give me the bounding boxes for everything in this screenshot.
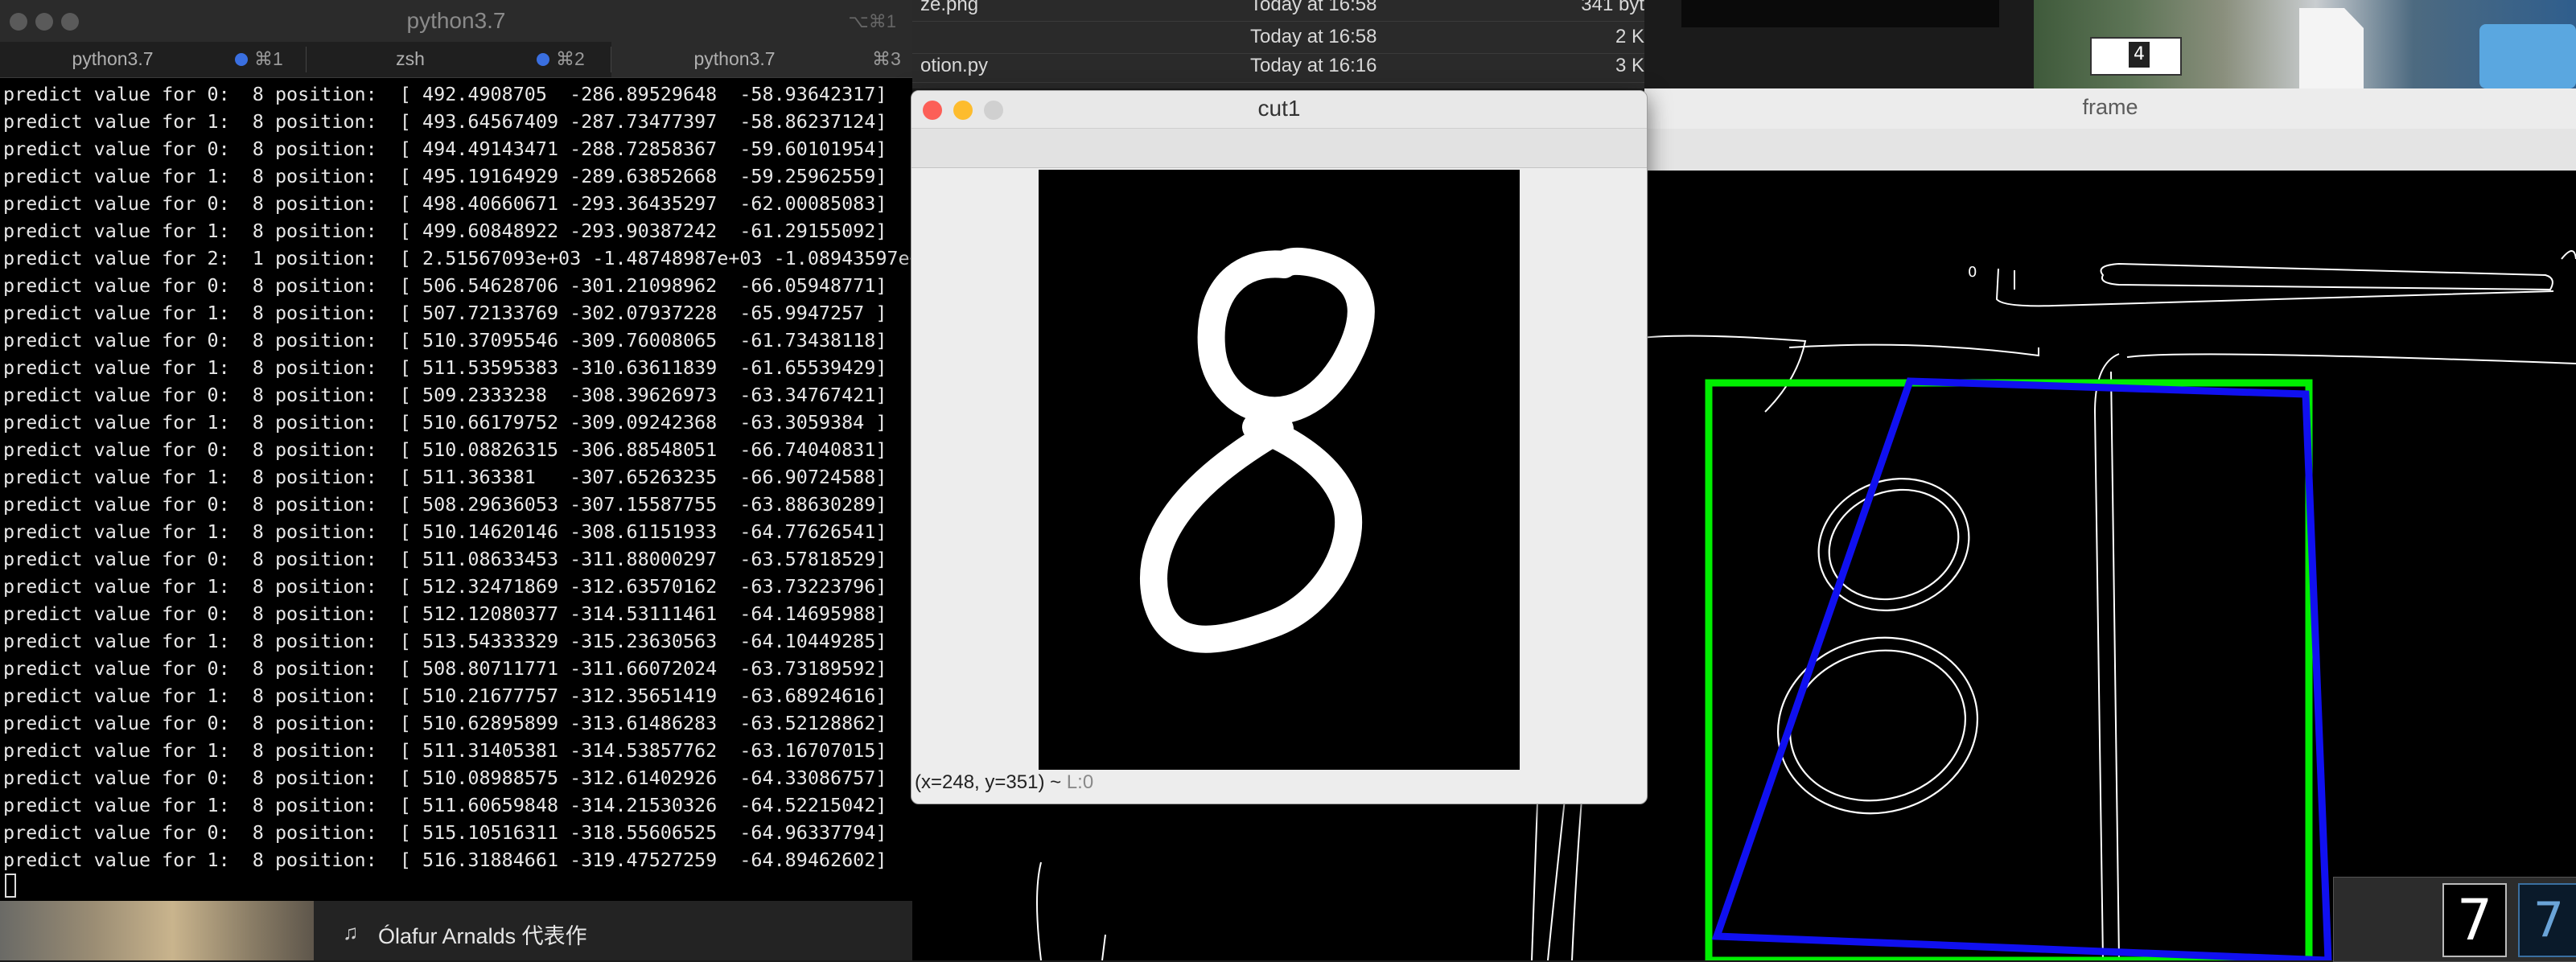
cut1-titlebar[interactable]: cut1 [911,91,1647,128]
terminal-line: predict value for 1: 8 position: [ 507.7… [3,302,887,324]
window-shortcut: ⌥⌘1 [848,11,896,31]
edge-contour [2110,371,2120,960]
thumbnail-digit: 4 [2129,42,2150,68]
blue-detection-box [1711,377,2332,960]
terminal-line: predict value for 1: 8 position: [ 511.6… [3,794,887,816]
terminal-line: predict value for 1: 8 position: [ 510.1… [3,520,887,543]
preview-panel [1681,0,1999,27]
document-icon[interactable] [2299,8,2364,88]
tab-label: zsh [396,48,425,69]
terminal-line: predict value for 1: 8 position: [ 512.3… [3,575,887,598]
terminal-line: predict value for 0: 8 position: [ 510.3… [3,329,887,352]
terminal-output[interactable]: predict value for 0: 8 position: [ 492.4… [3,80,911,885]
desktop-thumbnail[interactable]: 4 [2090,37,2182,76]
terminal-cursor [5,874,16,898]
file-size: 2 K [1615,26,1644,47]
tab-python3-7-3[interactable]: python3.7 ⌘3 [611,42,912,77]
tab-shortcut: ⌘3 [872,48,901,69]
edge-contour [1788,343,2039,357]
digit-stroke [1140,413,1363,653]
file-size: 3 K [1615,55,1644,76]
window-title: cut1 [1257,96,1301,121]
now-playing-title[interactable]: Ólafur Arnalds 代表作 [378,919,587,950]
frame-toolbar [1644,129,2576,171]
terminal-line: predict value for 1: 8 position: [ 513.5… [3,630,887,652]
window-title: frame [2082,95,2138,119]
edge-contour [1036,861,1042,960]
cut1-window[interactable]: cut1 (x=248, y=351) ~ L:0 [911,90,1648,804]
mini-digit-preview: 7 [2442,883,2507,957]
file-date: Today at 16:58 [1250,0,1377,15]
tab-label: python3.7 [72,48,154,69]
file-name: ze.png [920,0,979,15]
terminal-line: predict value for 0: 8 position: [ 498.4… [3,192,887,215]
file-row[interactable]: Today at 16:58 2 K [912,21,1644,54]
terminal-line: predict value for 1: 8 position: [ 499.6… [3,220,887,242]
digit-stroke [1197,247,1375,425]
file-date: Today at 16:58 [1250,26,1377,47]
terminal-line: predict value for 0: 8 position: [ 509.2… [3,384,887,406]
tab-activity-dot [235,53,248,66]
mini-digit-preview-2: 7 [2518,883,2576,957]
terminal-line: predict value for 0: 8 position: [ 492.4… [3,83,887,105]
cut1-image[interactable] [1039,170,1520,770]
terminal-line: predict value for 0: 8 position: [ 508.8… [3,657,887,680]
tab-activity-dot [537,53,549,66]
terminal-tab-bar: python3.7 ⌘1 zsh ⌘2 python3.7 ⌘3 [0,42,912,78]
terminal-line: predict value for 0: 8 position: [ 506.5… [3,274,887,297]
terminal-line: predict value for 0: 8 position: [ 510.6… [3,712,887,734]
terminal-line: predict value for 0: 8 position: [ 510.0… [3,438,887,461]
cut1-status-bar: (x=248, y=351) ~ L:0 [915,771,1093,800]
digit-image [1140,247,1375,653]
edge-contour [1629,335,1807,413]
terminal-line: predict value for 0: 8 position: [ 494.4… [3,138,887,160]
album-art[interactable] [0,901,314,960]
terminal-line: predict value for 1: 8 position: [ 516.3… [3,849,887,871]
digit-contour [1789,649,1966,802]
terminal-line: predict value for 1: 8 position: [ 495.1… [3,165,887,187]
file-name: otion.py [920,55,989,76]
terminal-line: predict value for 1: 8 position: [ 511.5… [3,356,887,379]
edge-contour [2561,250,2576,260]
terminal-titlebar[interactable]: python3.7 ⌥⌘1 [0,0,912,43]
edge-contour [2100,262,2553,291]
terminal-line: predict value for 1: 8 position: [ 510.2… [3,684,887,707]
edge-contour [2126,353,2576,364]
terminal-line: predict value for 1: 8 position: [ 510.6… [3,411,887,434]
cut1-toolbar [911,128,1647,168]
terminal-line: predict value for 1: 8 position: [ 511.3… [3,739,887,762]
terminal-line: predict value for 0: 8 position: [ 512.1… [3,602,887,625]
digit-contour [1817,478,1970,611]
edge-contour [1101,934,1106,960]
terminal-line: predict value for 0: 8 position: [ 510.0… [3,767,887,789]
frame-titlebar[interactable]: frame [1644,88,2576,130]
tab-label: python3.7 [693,48,776,69]
terminal-line: predict value for 2: 1 position: [ 2.515… [3,247,911,269]
file-size: 341 byt [1581,0,1644,15]
terminal-line: predict value for 0: 8 position: [ 511.0… [3,548,887,570]
cursor-coordinates: (x=248, y=351) ~ [915,771,1067,793]
tab-shortcut: ⌘2 [556,48,585,69]
file-date: Today at 16:16 [1250,55,1377,76]
green-detection-box [1705,379,2313,960]
terminal-line: predict value for 0: 8 position: [ 515.1… [3,821,887,844]
folder-icon[interactable] [2479,24,2576,88]
file-row[interactable]: otion.py Today at 16:16 3 K [912,50,1644,83]
file-row[interactable]: ze.png Today at 16:58 341 byt [912,0,1644,22]
detected-label: 0 [1968,264,1977,281]
pixel-level: L:0 [1066,771,1094,793]
digit-contour [1776,636,1979,815]
window-title: python3.7 [406,8,506,33]
terminal-line: predict value for 1: 8 position: [ 511.3… [3,466,887,488]
terminal-line: predict value for 0: 8 position: [ 508.2… [3,493,887,516]
finder-window: ze.png Today at 16:58 341 byt Today at 1… [912,0,1644,88]
tab-zsh[interactable]: zsh ⌘2 [307,42,611,77]
terminal-line: predict value for 1: 8 position: [ 493.6… [3,110,887,133]
terminal-window[interactable]: python3.7 ⌥⌘1 python3.7 ⌘1 zsh ⌘2 python… [0,0,912,960]
music-note-icon: ♫ [343,920,359,944]
